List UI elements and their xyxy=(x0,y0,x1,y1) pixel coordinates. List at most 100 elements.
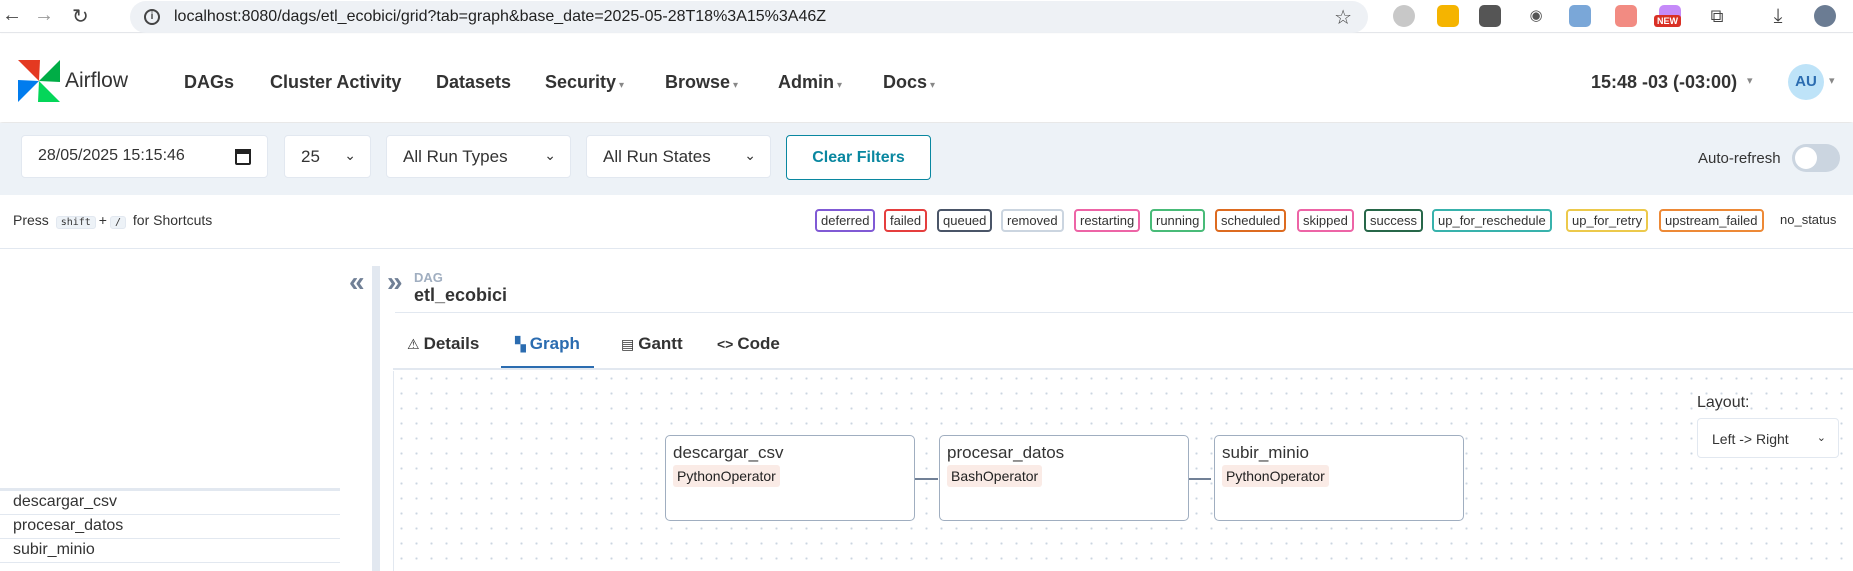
nav-security-label: Security xyxy=(545,72,617,92)
state-skipped[interactable]: skipped xyxy=(1297,209,1354,232)
state-removed[interactable]: removed xyxy=(1001,209,1064,232)
shortcuts-hint: Press shift + / for Shortcuts xyxy=(13,212,212,229)
brand-name[interactable]: Airflow xyxy=(65,69,128,93)
state-queued[interactable]: queued xyxy=(937,209,993,232)
graph-icon: ▚ xyxy=(515,336,526,352)
forward-arrow-icon[interactable]: → xyxy=(34,4,54,27)
filter-bar: 28/05/2025 15:15:46 25 ⌄ All Run Types ⌄… xyxy=(0,123,1853,195)
caret-down-icon: ▾ xyxy=(930,80,936,91)
caret-down-icon: ▾ xyxy=(733,80,739,91)
collapse-grid-icon[interactable]: « xyxy=(349,266,365,298)
nav-browse[interactable]: Browse ▾ xyxy=(665,72,738,93)
state-up-for-reschedule[interactable]: up_for_reschedule xyxy=(1432,209,1552,232)
tab-code-label: Code xyxy=(737,334,780,353)
nav-browse-label: Browse xyxy=(665,72,731,92)
state-up-for-retry[interactable]: up_for_retry xyxy=(1566,209,1649,232)
graph-edge xyxy=(915,478,938,480)
dag-name[interactable]: etl_ecobici xyxy=(414,285,507,306)
dag-label: DAG xyxy=(414,270,443,285)
nav-admin[interactable]: Admin ▾ xyxy=(778,72,842,93)
chevron-down-icon[interactable]: ▾ xyxy=(1747,74,1753,87)
graph-node-procesar-datos[interactable]: procesar_datos BashOperator xyxy=(939,435,1189,521)
clear-filters-button[interactable]: Clear Filters xyxy=(786,135,931,180)
timezone-clock[interactable]: 15:48 -03 (-03:00) xyxy=(1591,72,1737,93)
state-success[interactable]: success xyxy=(1364,209,1423,232)
dag-graph-canvas[interactable]: descargar_csv PythonOperator procesar_da… xyxy=(393,371,1853,571)
nav-datasets[interactable]: Datasets xyxy=(436,72,511,93)
base-date-input[interactable]: 28/05/2025 15:15:46 xyxy=(21,135,268,178)
tab-graph-label: Graph xyxy=(529,334,580,353)
nav-docs-label: Docs xyxy=(883,72,928,92)
tab-details[interactable]: ⚠ Details xyxy=(393,325,493,369)
extension-icon[interactable] xyxy=(1479,5,1501,27)
bookmark-star-icon[interactable]: ☆ xyxy=(1334,5,1352,30)
run-type-select[interactable]: All Run Types ⌄ xyxy=(386,135,571,178)
nav-docs[interactable]: Docs ▾ xyxy=(883,72,935,93)
task-row-subir-minio[interactable]: subir_minio xyxy=(0,539,340,563)
puzzle-icon[interactable]: ⧉ xyxy=(1706,5,1728,27)
node-operator-badge: PythonOperator xyxy=(1222,465,1329,487)
shortcuts-press: Press xyxy=(13,212,49,228)
node-task-name: descargar_csv xyxy=(673,443,784,462)
app-header: Airflow DAGs Cluster Activity Datasets S… xyxy=(0,34,1853,122)
site-info-icon[interactable]: i xyxy=(144,9,160,25)
num-runs-select[interactable]: 25 ⌄ xyxy=(284,135,371,178)
user-avatar[interactable]: AU xyxy=(1788,64,1824,100)
camera-icon[interactable]: ◉ xyxy=(1525,5,1547,27)
layout-value: Left -> Right xyxy=(1712,431,1789,447)
layout-select[interactable]: Left -> Right ⌄ xyxy=(1697,418,1839,458)
graph-node-subir-minio[interactable]: subir_minio PythonOperator xyxy=(1214,435,1464,521)
node-operator-badge: BashOperator xyxy=(947,465,1043,487)
num-runs-value: 25 xyxy=(301,147,320,166)
run-state-select[interactable]: All Run States ⌄ xyxy=(586,135,771,178)
shortcuts-plus: + xyxy=(98,212,107,228)
extension-icon[interactable] xyxy=(1615,5,1637,27)
task-list: descargar_csv procesar_datos subir_minio xyxy=(0,488,340,563)
warning-icon: ⚠ xyxy=(407,336,420,352)
state-no-status[interactable]: no_status xyxy=(1780,212,1836,227)
back-arrow-icon[interactable]: ← xyxy=(2,4,22,27)
download-icon[interactable]: ⤓ xyxy=(1767,5,1789,27)
expand-details-icon[interactable]: » xyxy=(387,266,403,298)
state-deferred[interactable]: deferred xyxy=(815,209,876,232)
tab-graph[interactable]: ▚ Graph xyxy=(501,325,594,369)
extension-icon[interactable] xyxy=(1393,5,1415,27)
auto-refresh-toggle[interactable] xyxy=(1792,144,1840,172)
tabs-underline xyxy=(393,368,1853,370)
state-running[interactable]: running xyxy=(1150,209,1206,232)
caret-down-icon: ▾ xyxy=(619,80,625,91)
shift-key: shift xyxy=(55,216,96,229)
task-row-descargar-csv[interactable]: descargar_csv xyxy=(0,491,340,515)
address-bar[interactable]: i localhost:8080/dags/etl_ecobici/grid?t… xyxy=(130,1,1368,33)
tab-details-label: Details xyxy=(423,334,480,353)
graph-node-descargar-csv[interactable]: descargar_csv PythonOperator xyxy=(665,435,915,521)
nav-dags[interactable]: DAGs xyxy=(184,72,234,93)
extension-icon[interactable] xyxy=(1569,5,1591,27)
profile-avatar-icon[interactable] xyxy=(1814,5,1836,27)
chevron-down-icon: ⌄ xyxy=(1816,432,1826,444)
chevron-down-icon: ⌄ xyxy=(744,147,756,163)
node-task-name: subir_minio xyxy=(1222,443,1309,462)
code-icon: <> xyxy=(717,336,734,352)
state-restarting[interactable]: restarting xyxy=(1074,209,1141,232)
nav-cluster-activity[interactable]: Cluster Activity xyxy=(270,72,401,93)
status-legend-row: Press shift + / for Shortcuts deferred fai… xyxy=(0,195,1853,249)
chevron-down-icon[interactable]: ▾ xyxy=(1829,74,1835,87)
url-text[interactable]: localhost:8080/dags/etl_ecobici/grid?tab… xyxy=(174,8,826,26)
task-row-procesar-datos[interactable]: procesar_datos xyxy=(0,515,340,539)
state-scheduled[interactable]: scheduled xyxy=(1215,209,1287,232)
state-failed[interactable]: failed xyxy=(884,209,928,232)
new-badge: NEW xyxy=(1654,15,1681,27)
caret-down-icon: ▾ xyxy=(837,80,843,91)
reload-icon[interactable]: ↻ xyxy=(72,4,89,29)
tab-gantt[interactable]: ▤ Gantt xyxy=(607,325,697,369)
keep-icon[interactable] xyxy=(1437,5,1459,27)
node-operator-badge: PythonOperator xyxy=(673,465,780,487)
calendar-icon[interactable] xyxy=(235,149,251,165)
state-upstream-failed[interactable]: upstream_failed xyxy=(1659,209,1764,232)
panel-resize-handle[interactable] xyxy=(372,266,380,571)
nav-security[interactable]: Security ▾ xyxy=(545,72,624,93)
graph-edge xyxy=(1188,478,1211,480)
tab-code[interactable]: <> Code xyxy=(703,325,794,369)
slash-key: / xyxy=(109,216,127,229)
